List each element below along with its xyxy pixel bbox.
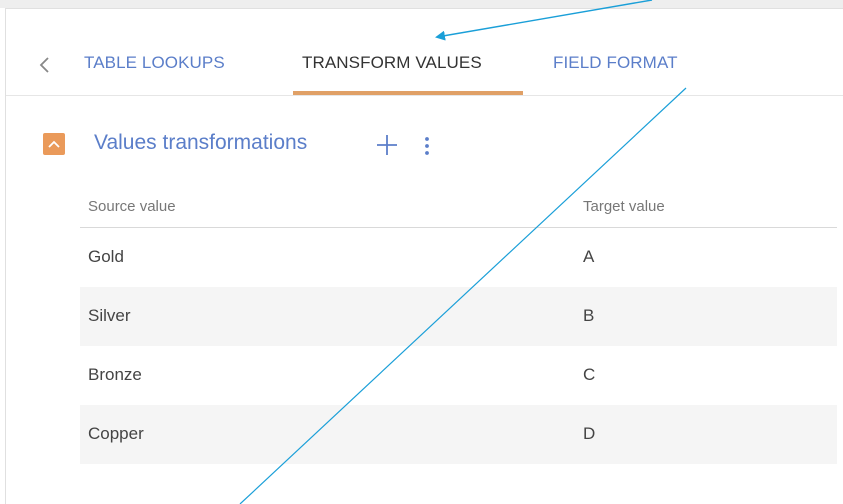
column-header-target[interactable]: Target value (583, 198, 665, 215)
target-value-cell: C (583, 365, 596, 384)
active-tab-indicator (293, 91, 523, 95)
source-value-cell: Silver (88, 306, 131, 325)
chevron-up-icon[interactable] (43, 133, 65, 155)
target-value-cell: B (583, 306, 595, 325)
grid-header: Source value Target value (80, 186, 837, 228)
source-value-cell: Bronze (88, 365, 142, 384)
more-vertical-icon[interactable] (419, 131, 435, 159)
tab-bar: TABLE LOOKUPS TRANSFORM VALUES FIELD FOR… (6, 9, 843, 96)
tab-field-format[interactable]: FIELD FORMAT (553, 53, 678, 93)
source-value-cell: Copper (88, 424, 144, 443)
section-header: Values transformations (43, 129, 543, 159)
plus-icon[interactable] (374, 129, 400, 159)
tab-table-lookups[interactable]: TABLE LOOKUPS (84, 53, 225, 93)
table-row[interactable]: Silver B (80, 287, 837, 346)
target-value-cell: A (583, 247, 595, 266)
transformations-grid: Source value Target value Gold A Silver … (80, 186, 837, 464)
top-strip (0, 0, 843, 8)
table-row[interactable]: Gold A (80, 228, 837, 287)
table-row[interactable]: Copper D (80, 405, 837, 464)
chevron-left-icon[interactable] (36, 51, 54, 79)
table-row[interactable]: Bronze C (80, 346, 837, 405)
target-value-cell: D (583, 424, 596, 443)
tab-transform-values[interactable]: TRANSFORM VALUES (302, 53, 482, 93)
source-value-cell: Gold (88, 247, 124, 266)
section-title: Values transformations (94, 131, 308, 154)
column-header-source[interactable]: Source value (88, 198, 176, 215)
